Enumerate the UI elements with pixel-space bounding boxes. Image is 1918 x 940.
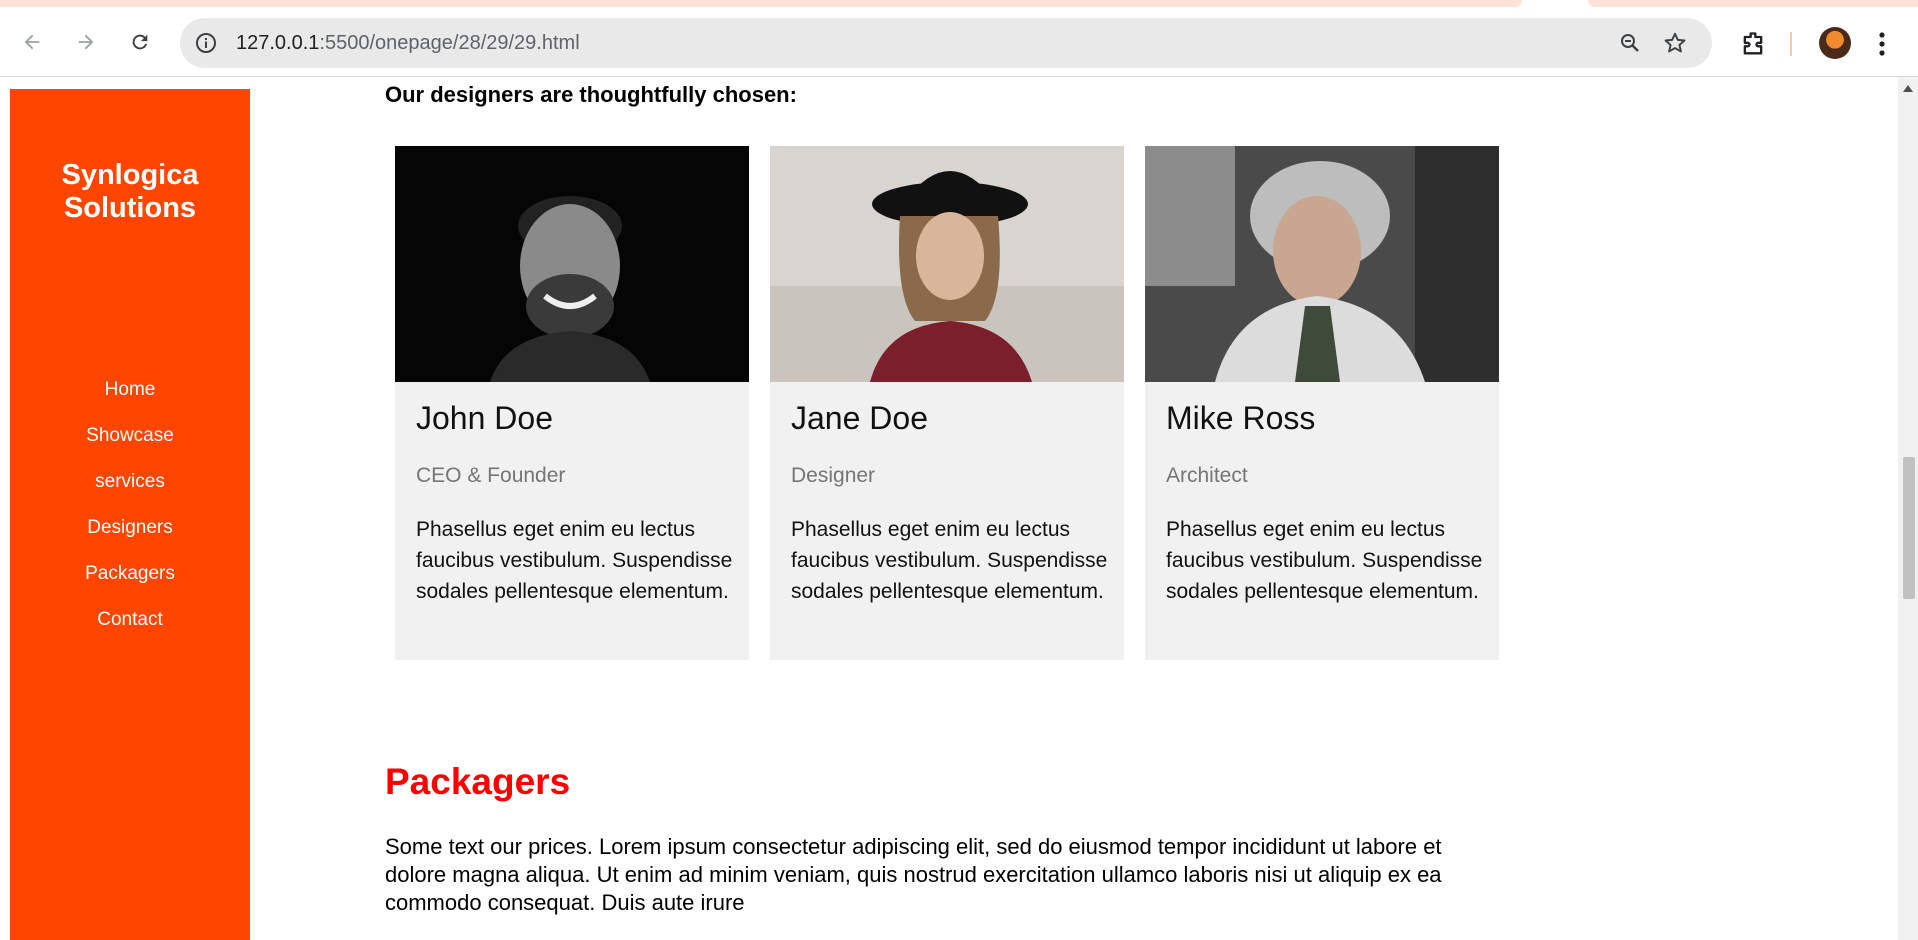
sidebar-item-designers[interactable]: Designers (10, 505, 250, 551)
url-path: :5500/onepage/28/29/29.html (319, 32, 580, 54)
bookmark-star-icon[interactable] (1662, 30, 1688, 56)
designer-photo (770, 146, 1124, 382)
zoom-icon[interactable] (1618, 31, 1642, 55)
scroll-up-arrow-icon[interactable] (1903, 85, 1913, 92)
forward-button[interactable] (68, 24, 104, 60)
site-info-icon[interactable] (194, 31, 218, 55)
designer-card: Jane Doe Designer Phasellus eget enim eu… (770, 146, 1124, 660)
designer-role: CEO & Founder (416, 464, 566, 487)
scrollbar-thumb[interactable] (1903, 457, 1915, 599)
brand-logo-text: Synlogica Solutions (10, 159, 250, 225)
sidebar-nav: Home Showcase services Designers Package… (10, 367, 250, 643)
reload-icon (132, 34, 148, 50)
profile-avatar[interactable] (1819, 27, 1851, 59)
toolbar-divider (1790, 32, 1792, 56)
packagers-heading: Packagers (385, 761, 571, 802)
brand-line-1: Synlogica (61, 159, 199, 191)
designer-bio: Phasellus eget enim eu lectus faucibus v… (1166, 518, 1483, 603)
url-text[interactable]: 127.0.0.1:5500/onepage/28/29/29.html (236, 18, 580, 68)
page-viewport: Synlogica Solutions Home Showcase servic… (0, 77, 1898, 940)
brand-line-2: Solutions (63, 192, 197, 224)
sidebar-item-contact[interactable]: Contact (10, 597, 250, 643)
designer-name: Mike Ross (1166, 400, 1316, 436)
back-arrow-icon (24, 34, 40, 50)
kebab-menu-icon[interactable] (1876, 30, 1888, 58)
designer-card: Mike Ross Architect Phasellus eget enim … (1145, 146, 1499, 660)
reload-button[interactable] (122, 24, 158, 60)
designer-name: Jane Doe (791, 400, 928, 436)
url-host: 127.0.0.1 (236, 32, 320, 54)
sidebar-item-home[interactable]: Home (10, 367, 250, 413)
designer-role: Architect (1166, 464, 1248, 487)
designer-card: John Doe CEO & Founder Phasellus eget en… (395, 146, 749, 660)
designer-role: Designer (791, 464, 876, 487)
browser-toolbar: 127.0.0.1:5500/onepage/28/29/29.html (0, 10, 1918, 77)
packagers-paragraph: Some text our prices. Lorem ipsum consec… (385, 834, 1442, 915)
designer-bio: Phasellus eget enim eu lectus faucibus v… (416, 518, 733, 603)
sidebar-item-showcase[interactable]: Showcase (10, 413, 250, 459)
extensions-icon[interactable] (1739, 30, 1767, 58)
sidebar: Synlogica Solutions Home Showcase servic… (10, 89, 250, 940)
sidebar-item-services[interactable]: services (10, 459, 250, 505)
tab-strip (0, 0, 1918, 10)
sidebar-item-packagers[interactable]: Packagers (10, 551, 250, 597)
designers-intro: Our designers are thoughtfully chosen: (385, 82, 797, 107)
tab-strip-left (0, 0, 1522, 7)
designer-bio: Phasellus eget enim eu lectus faucibus v… (791, 518, 1108, 603)
designer-name: John Doe (416, 400, 553, 436)
back-button[interactable] (14, 24, 50, 60)
forward-arrow-icon (78, 34, 94, 50)
designer-photo (395, 146, 749, 382)
address-bar[interactable]: 127.0.0.1:5500/onepage/28/29/29.html (180, 18, 1712, 68)
designer-cards: John Doe CEO & Founder Phasellus eget en… (395, 146, 1499, 660)
page-scrollbar[interactable] (1898, 77, 1918, 940)
tab-strip-right (1588, 0, 1918, 7)
designer-photo (1145, 146, 1499, 382)
